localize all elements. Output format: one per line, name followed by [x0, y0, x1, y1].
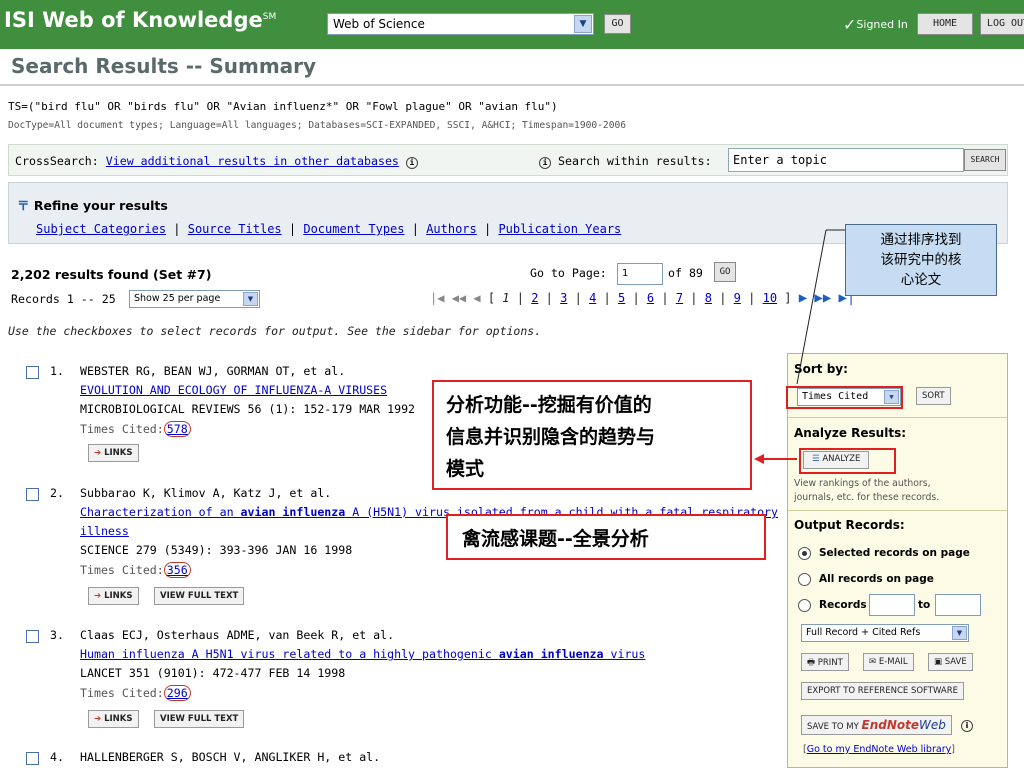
arrow-left-icon	[754, 454, 764, 464]
annotation-arrows	[754, 229, 845, 464]
callout-leader-line	[796, 229, 827, 385]
